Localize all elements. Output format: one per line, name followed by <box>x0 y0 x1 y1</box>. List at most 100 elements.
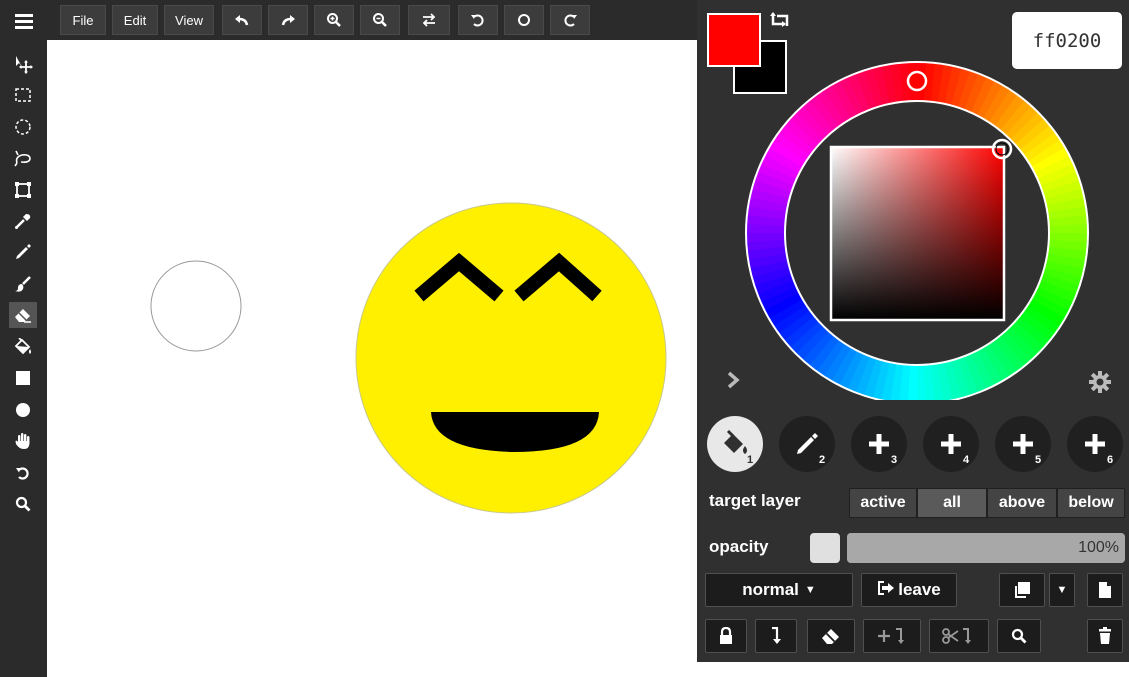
edit-menu-button[interactable]: Edit <box>112 5 158 35</box>
eyedropper-tool[interactable] <box>9 208 37 234</box>
scissors-arrow-icon <box>942 628 971 644</box>
arrow-down-icon <box>772 627 781 644</box>
transform-icon <box>15 182 31 198</box>
redo-arrow-icon <box>281 15 295 26</box>
zoom-out-button[interactable] <box>360 5 400 35</box>
rotate-right-button[interactable] <box>550 5 590 35</box>
hand-tool[interactable] <box>9 428 37 454</box>
layer-zoom-button[interactable] <box>997 619 1041 653</box>
zoom-in-icon <box>327 13 341 27</box>
undo-icon <box>16 467 29 480</box>
opacity-swatch <box>810 533 840 563</box>
plus-icon <box>1013 434 1033 454</box>
layer-number: 2 <box>819 454 826 466</box>
panel-bottom-strip <box>697 662 1129 677</box>
ellipse-select-tool[interactable] <box>9 114 37 140</box>
menu-bar: File Edit View <box>0 0 697 40</box>
leave-button[interactable]: leave <box>861 573 957 607</box>
eraser-icon <box>15 309 31 323</box>
saturation-value-square[interactable] <box>829 145 1006 322</box>
fill-tool[interactable] <box>9 334 37 360</box>
hand-icon <box>15 433 30 449</box>
caret-down-icon: ▼ <box>1056 584 1068 596</box>
undo-tool[interactable] <box>9 460 37 486</box>
expand-chevron-icon[interactable] <box>725 370 741 390</box>
layer-number: 6 <box>1107 454 1114 466</box>
lock-layer-button[interactable] <box>705 619 747 653</box>
sign-out-icon <box>877 580 895 601</box>
add-layer-below-button[interactable] <box>863 619 921 653</box>
rectangle-icon <box>16 371 30 385</box>
layer-2-button[interactable]: 2 <box>779 416 835 472</box>
zoom-out-icon <box>373 13 387 27</box>
magnifier-icon <box>15 496 31 512</box>
new-file-button[interactable] <box>1087 573 1123 607</box>
target-layer-label: target layer <box>709 491 801 510</box>
reset-rotation-button[interactable] <box>504 5 544 35</box>
ellipse-tool[interactable] <box>9 397 37 423</box>
target-above-button[interactable]: above <box>987 488 1057 518</box>
rectangle-tool[interactable] <box>9 365 37 391</box>
pencil-icon <box>16 244 31 259</box>
flip-arrows-icon <box>422 13 436 27</box>
duplicate-layer-button[interactable] <box>999 573 1045 607</box>
smiley-face <box>355 202 667 514</box>
file-menu-button[interactable]: File <box>60 5 106 35</box>
transform-tool[interactable] <box>9 177 37 203</box>
blend-mode-dropdown[interactable]: normal ▼ <box>705 573 853 607</box>
lasso-tool[interactable] <box>9 145 37 171</box>
eraser-tool[interactable] <box>9 302 37 328</box>
trash-icon <box>1099 627 1111 644</box>
circle-icon <box>518 14 530 26</box>
rotate-left-button[interactable] <box>458 5 498 35</box>
clear-layer-button[interactable] <box>807 619 855 653</box>
lock-icon <box>720 627 732 644</box>
duplicate-options-dropdown[interactable]: ▼ <box>1049 573 1075 607</box>
layer-1-button[interactable]: 1 <box>707 416 763 472</box>
target-all-button[interactable]: all <box>917 488 987 518</box>
layer-3-button[interactable]: 3 <box>851 416 907 472</box>
view-menu-button[interactable]: View <box>164 5 214 35</box>
opacity-label: opacity <box>709 537 769 556</box>
layer-6-button[interactable]: 6 <box>1067 416 1123 472</box>
hue-handle[interactable] <box>906 70 928 92</box>
rotate-left-icon <box>471 14 484 27</box>
left-toolbar <box>0 40 47 677</box>
target-below-button[interactable]: below <box>1057 488 1125 518</box>
pencil-tool[interactable] <box>9 239 37 265</box>
opacity-value: 100% <box>1078 539 1119 556</box>
caret-down-icon: ▼ <box>804 584 816 596</box>
layer-number: 4 <box>963 454 970 466</box>
opacity-slider[interactable]: 100% <box>847 533 1125 563</box>
pencil-icon <box>797 433 818 454</box>
delete-layer-button[interactable] <box>1087 619 1123 653</box>
zoom-in-button[interactable] <box>314 5 354 35</box>
brush-tool[interactable] <box>9 271 37 297</box>
file-icon <box>1099 582 1111 598</box>
lasso-icon <box>14 150 31 167</box>
cut-layer-button[interactable] <box>929 619 989 653</box>
layer-4-button[interactable]: 4 <box>923 416 979 472</box>
layer-number: 3 <box>891 454 898 466</box>
target-active-button[interactable]: active <box>849 488 917 518</box>
settings-gear-icon[interactable] <box>1088 370 1112 394</box>
drawing-canvas[interactable] <box>47 40 697 677</box>
rect-select-icon <box>15 88 31 102</box>
plus-icon <box>941 434 961 454</box>
undo-button[interactable] <box>222 5 262 35</box>
redo-button[interactable] <box>268 5 308 35</box>
layer-5-button[interactable]: 5 <box>995 416 1051 472</box>
paint-bucket-icon <box>724 430 747 454</box>
brush-cursor-outline <box>150 260 242 352</box>
flip-button[interactable] <box>408 5 450 35</box>
color-wheel[interactable] <box>697 0 1129 400</box>
move-arrow-icon <box>16 56 33 74</box>
plus-arrow-down-icon <box>878 628 904 644</box>
move-tool[interactable] <box>9 51 37 77</box>
rotate-right-icon <box>564 14 577 27</box>
merge-down-button[interactable] <box>755 619 797 653</box>
layer-number: 5 <box>1035 454 1042 466</box>
hamburger-menu-icon[interactable] <box>9 9 39 33</box>
rect-select-tool[interactable] <box>9 82 37 108</box>
zoom-tool[interactable] <box>9 491 37 517</box>
